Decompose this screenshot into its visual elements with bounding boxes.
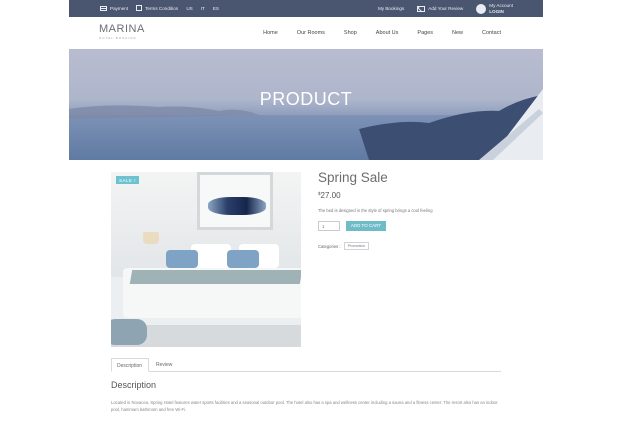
image-pillow-blue — [227, 250, 259, 268]
checkbox-icon — [136, 5, 143, 11]
mail-icon — [417, 5, 426, 12]
image-pillow-blue — [166, 250, 198, 268]
login-label: LOGIN — [489, 8, 504, 14]
hero-banner: PRODUCT — [69, 49, 543, 160]
product-title: Spring Sale — [318, 170, 388, 185]
image-wall-art — [197, 172, 273, 230]
nav-about-us[interactable]: About Us — [376, 30, 399, 36]
main-nav: Home Our Rooms Shop About Us Pages New C… — [263, 30, 501, 36]
sale-badge: SALE ! — [116, 176, 140, 184]
product-info: Spring Sale $27.00 The bed is designed i… — [318, 170, 518, 250]
language-it[interactable]: IT — [201, 6, 205, 11]
payment-label: Payment — [110, 5, 129, 11]
categories-row: Categories : Promotion — [318, 242, 518, 250]
nav-our-rooms[interactable]: Our Rooms — [297, 30, 325, 36]
nav-pages[interactable]: Pages — [417, 30, 433, 36]
add-review-label: Add Your Review — [428, 6, 464, 11]
add-review-link[interactable]: Add Your Review — [417, 5, 464, 12]
payment-link[interactable]: Payment — [100, 5, 129, 11]
top-bar-right: My Bookings Add Your Review My Account L… — [378, 3, 513, 14]
top-bar: Payment Terms Condition US IT ES My Book… — [69, 0, 543, 17]
image-throw — [129, 270, 301, 284]
image-lamp — [143, 232, 159, 244]
product-short-description: The bed is designed in the style of spri… — [318, 208, 433, 213]
categories-label: Categories : — [318, 243, 341, 249]
nav-new[interactable]: New — [452, 30, 463, 36]
logo-tagline: HOTEL BOOKING — [99, 36, 137, 40]
top-bar-left: Payment Terms Condition US IT ES — [100, 5, 219, 11]
product-image[interactable] — [111, 172, 301, 347]
hero-title: PRODUCT — [259, 89, 353, 109]
category-tag[interactable]: Promotion — [343, 242, 369, 250]
cart-row: 1 ADD TO CART — [318, 221, 518, 231]
image-chair — [111, 319, 147, 345]
my-bookings-link[interactable]: My Bookings — [378, 6, 404, 11]
nav-home[interactable]: Home — [263, 30, 278, 36]
quantity-input[interactable]: 1 — [318, 221, 340, 231]
image-art-stroke — [208, 197, 266, 215]
nav-shop[interactable]: Shop — [344, 30, 357, 36]
site-logo[interactable]: MARINA HOTEL BOOKING — [99, 23, 145, 40]
product-tabs: Description Review — [111, 358, 501, 372]
nav-contact[interactable]: Contact — [482, 30, 501, 36]
user-avatar-icon — [476, 3, 487, 14]
product-price: $27.00 — [318, 191, 518, 200]
terms-label: Terms Condition — [145, 5, 179, 11]
tab-review[interactable]: Review — [151, 358, 177, 372]
add-to-cart-button[interactable]: ADD TO CART — [346, 221, 386, 231]
account-text: My Account LOGIN — [489, 3, 513, 14]
description-text: Located in Novacea, Spring Hotel feature… — [111, 400, 498, 412]
credit-card-icon — [100, 5, 107, 11]
description-heading: Description — [111, 380, 157, 390]
account-menu[interactable]: My Account LOGIN — [476, 3, 513, 14]
tab-description[interactable]: Description — [111, 358, 149, 372]
language-es[interactable]: ES — [213, 6, 219, 11]
terms-link[interactable]: Terms Condition — [136, 5, 178, 11]
price-value: 27.00 — [320, 191, 341, 200]
currency-us[interactable]: US — [186, 6, 192, 11]
site-header: MARINA HOTEL BOOKING Home Our Rooms Shop… — [69, 17, 543, 49]
logo-name: MARINA — [99, 23, 145, 35]
